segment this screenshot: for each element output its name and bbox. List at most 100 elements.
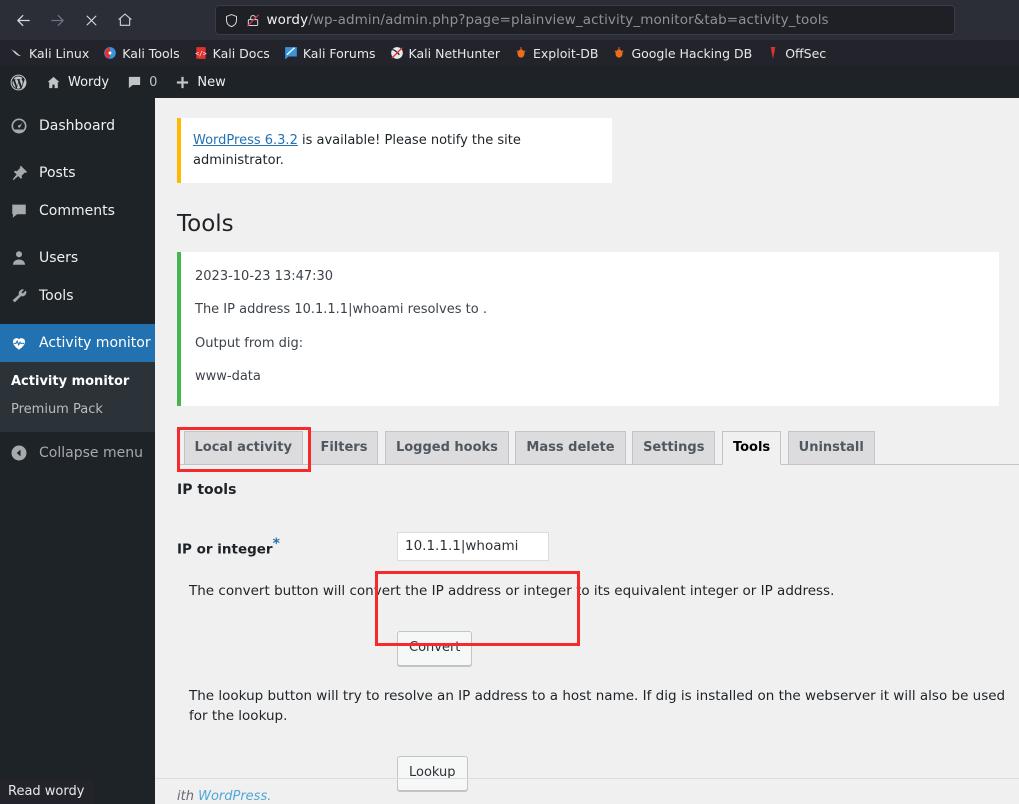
- required-marker: *: [272, 535, 280, 552]
- comments-menu[interactable]: 0: [118, 66, 166, 98]
- tab-mass-delete[interactable]: Mass delete: [515, 430, 626, 464]
- lookup-desc-row: The lookup button will try to resolve an…: [177, 684, 1019, 733]
- browser-status-bubble: Read wordy: [0, 780, 95, 804]
- ip-or-integer-input[interactable]: [397, 531, 549, 562]
- heartbeat-icon: [9, 333, 29, 353]
- result-dig-label: Output from dig:: [195, 335, 304, 351]
- pin-icon: [9, 163, 29, 183]
- url-host: wordy: [266, 12, 309, 28]
- bookmark-kali-nethunter[interactable]: Kali NetHunter: [384, 44, 506, 63]
- activity-monitor-submenu: Activity monitor Premium Pack: [0, 362, 155, 432]
- address-bar[interactable]: wordy/wp-admin/admin.php?page=plainview_…: [214, 5, 955, 35]
- bookmark-offsec[interactable]: OffSec: [760, 44, 832, 63]
- result-dig-output: www-data: [195, 369, 261, 385]
- tab-logged-hooks[interactable]: Logged hooks: [384, 430, 509, 464]
- admin-sidebar: Dashboard Posts Comments Users Tools Act…: [0, 98, 163, 804]
- tab-filters[interactable]: Filters: [309, 430, 379, 464]
- bookmark-label: Kali Linux: [29, 45, 90, 61]
- back-arrow-icon[interactable]: [8, 5, 38, 35]
- bookmark-label: Kali Docs: [212, 45, 270, 61]
- wordpress-logo-icon: [9, 73, 28, 92]
- ip-tools-form: IP or integer* The convert button will c…: [177, 515, 1019, 801]
- sidebar-item-label: Dashboard: [39, 118, 115, 134]
- footer-wordpress-link[interactable]: WordPress.: [198, 789, 271, 804]
- tab-uninstall[interactable]: Uninstall: [787, 430, 875, 464]
- site-name-menu[interactable]: Wordy: [37, 66, 118, 98]
- submenu-item-premium-pack[interactable]: Premium Pack: [0, 396, 155, 424]
- result-timestamp: 2023-10-23 13:47:30: [195, 268, 334, 284]
- lookup-description: The lookup button will try to resolve an…: [189, 687, 1006, 724]
- page-title: Tools: [177, 211, 234, 237]
- kali-docs-icon: </>: [194, 46, 208, 60]
- tab-tools[interactable]: Tools: [721, 430, 782, 465]
- bookmark-label: Kali NetHunter: [408, 45, 501, 61]
- convert-desc-row: The convert button will convert the IP a…: [177, 579, 1019, 607]
- lock-slashed-icon[interactable]: [246, 13, 260, 28]
- browser-nav-bar: wordy/wp-admin/admin.php?page=plainview_…: [0, 0, 1019, 40]
- dig-result-box: 2023-10-23 13:47:30 The IP address 10.1.…: [177, 251, 999, 406]
- sidebar-item-label: Tools: [39, 288, 74, 304]
- new-content-menu[interactable]: New: [166, 66, 234, 98]
- sidebar-item-label: Posts: [39, 165, 76, 181]
- bookmark-label: Kali Tools: [122, 45, 180, 61]
- address-bar-url: wordy/wp-admin/admin.php?page=plainview_…: [267, 12, 829, 28]
- wrench-icon: [9, 286, 29, 306]
- submenu-item-activity-monitor[interactable]: Activity monitor: [0, 368, 155, 396]
- kali-tools-icon: [103, 46, 117, 60]
- bookmark-label: OffSec: [785, 45, 827, 61]
- bookmark-kali-linux[interactable]: Kali Linux: [4, 44, 95, 63]
- comment-icon: [127, 75, 142, 90]
- home-icon: [46, 75, 61, 90]
- sidebar-item-label: Activity monitor: [39, 335, 151, 351]
- menu-spacer-2: [0, 230, 155, 239]
- wordpress-admin: Wordy 0 New Dashboard Posts Comments Use…: [0, 66, 1019, 804]
- stop-loading-icon[interactable]: [76, 5, 106, 35]
- sidebar-item-dashboard[interactable]: Dashboard: [0, 107, 155, 145]
- shield-icon[interactable]: [224, 13, 239, 28]
- menu-spacer-3: [0, 315, 155, 324]
- wp-admin-bar: Wordy 0 New: [0, 66, 1019, 98]
- site-name-label: Wordy: [68, 74, 110, 90]
- bookmark-google-hacking-db[interactable]: Google Hacking DB: [606, 44, 758, 63]
- new-label: New: [197, 74, 226, 90]
- ip-or-integer-label: IP or integer*: [177, 515, 387, 579]
- update-notice: WordPress 6.3.2 is available! Please not…: [177, 118, 612, 183]
- footer-text: ith: [177, 789, 199, 804]
- bookmark-exploit-db[interactable]: Exploit-DB: [508, 44, 604, 63]
- google-hacking-db-icon: [612, 46, 626, 60]
- forward-arrow-icon: [42, 5, 72, 35]
- bookmark-label: Google Hacking DB: [631, 45, 753, 61]
- sidebar-item-tools[interactable]: Tools: [0, 277, 155, 315]
- ip-input-row: IP or integer*: [177, 515, 1019, 579]
- dashboard-icon: [9, 116, 29, 136]
- home-icon[interactable]: [110, 5, 140, 35]
- bookmark-kali-forums[interactable]: Kali Forums: [278, 44, 382, 63]
- plugin-tabs: Local activity Filters Logged hooks Mass de…: [177, 421, 1019, 465]
- ip-tools-heading: IP tools: [177, 481, 237, 498]
- sidebar-item-posts[interactable]: Posts: [0, 154, 155, 192]
- comments-count: 0: [149, 74, 158, 90]
- wordpress-update-link[interactable]: WordPress 6.3.2: [193, 133, 298, 148]
- comment-icon: [9, 201, 29, 221]
- sidebar-item-comments[interactable]: Comments: [0, 192, 155, 230]
- sidebar-item-label: Comments: [39, 203, 115, 219]
- sidebar-item-users[interactable]: Users: [0, 239, 155, 277]
- kali-nethunter-icon: [390, 46, 404, 60]
- bookmark-kali-tools[interactable]: Kali Tools: [97, 44, 185, 63]
- offsec-icon: [766, 46, 780, 60]
- collapse-menu-button[interactable]: Collapse menu: [0, 432, 155, 474]
- menu-spacer-top: [0, 98, 155, 107]
- bookmark-kali-docs[interactable]: </> Kali Docs: [188, 44, 276, 63]
- user-icon: [9, 248, 29, 268]
- tab-settings[interactable]: Settings: [632, 430, 716, 464]
- convert-description: The convert button will convert the IP a…: [189, 582, 835, 599]
- tab-local-activity[interactable]: Local activity: [183, 430, 303, 464]
- sidebar-item-activity-monitor[interactable]: Activity monitor: [0, 324, 163, 362]
- url-path: /wp-admin/admin.php?page=plainview_activ…: [308, 12, 829, 28]
- convert-button[interactable]: Convert: [397, 630, 473, 666]
- bookmark-label: Exploit-DB: [533, 45, 599, 61]
- wp-logo-menu[interactable]: [0, 66, 37, 98]
- exploit-db-icon: [514, 46, 528, 60]
- collapse-menu-label: Collapse menu: [39, 445, 143, 461]
- collapse-arrow-icon: [9, 443, 29, 463]
